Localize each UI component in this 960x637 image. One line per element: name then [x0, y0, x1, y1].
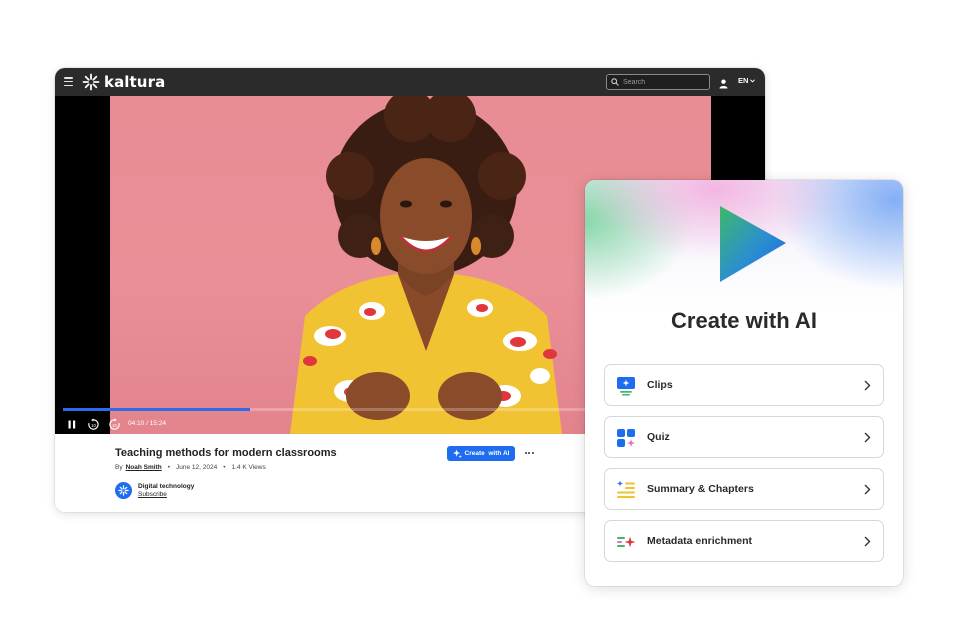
play-logo-icon — [720, 206, 786, 282]
summary-chapters-icon — [617, 480, 635, 498]
by-prefix: By — [115, 464, 123, 471]
option-clips-label: Clips — [647, 379, 673, 391]
option-summary-chapters-label: Summary & Chapters — [647, 483, 754, 495]
channel-avatar[interactable] — [115, 482, 132, 499]
kaltura-logo[interactable]: kaltura — [82, 73, 165, 91]
top-navigation-bar: kaltura EN — [55, 68, 765, 96]
chevron-right-icon — [864, 432, 871, 443]
option-quiz-label: Quiz — [647, 431, 670, 443]
search-box[interactable] — [606, 74, 710, 90]
more-options-button[interactable] — [523, 446, 535, 460]
channel-text: Digital technology Subscribe — [138, 483, 194, 498]
channel-info: Digital technology Subscribe — [115, 482, 194, 499]
svg-text:10: 10 — [91, 422, 96, 427]
chevron-down-icon — [750, 78, 756, 82]
rewind-10-button[interactable]: 10 — [85, 414, 101, 434]
option-metadata-enrichment[interactable]: Metadata enrichment — [604, 520, 884, 562]
publish-date: June 12, 2024 — [176, 464, 218, 471]
video-title: Teaching methods for modern classrooms — [115, 447, 337, 459]
author-link[interactable]: Noah Smith — [126, 464, 162, 471]
sparkle-icon — [452, 449, 462, 458]
metadata-enrichment-icon — [617, 536, 636, 548]
logo-text: kaltura — [104, 73, 166, 91]
quiz-icon — [617, 429, 635, 447]
user-icon[interactable] — [719, 76, 728, 94]
option-metadata-enrichment-label: Metadata enrichment — [647, 535, 753, 547]
chevron-right-icon — [864, 380, 871, 391]
kaltura-logo-icon — [82, 73, 100, 91]
search-input[interactable] — [623, 78, 703, 86]
kaltura-channel-icon — [118, 485, 129, 496]
progress-bar-fill — [63, 408, 251, 411]
option-clips[interactable]: Clips — [604, 364, 884, 406]
svg-text:10: 10 — [112, 422, 117, 427]
menu-icon[interactable] — [64, 77, 73, 86]
subscribe-link[interactable]: Subscribe — [138, 491, 194, 498]
timecode: 04:10 / 15:24 — [128, 420, 166, 427]
separator-dot: • — [223, 464, 226, 471]
pause-icon — [68, 420, 76, 428]
rewind-10-icon: 10 — [87, 417, 99, 430]
forward-10-icon: 10 — [108, 417, 120, 430]
create-with-ai-panel: Create with AI Clips Quiz Summary & Chap… — [585, 180, 903, 586]
video-meta: By Noah Smith • June 12, 2024 • 1.4 K Vi… — [115, 464, 266, 471]
language-label: EN — [738, 76, 749, 85]
create-with-ai-label: Create with AI — [464, 450, 510, 457]
search-icon — [611, 78, 619, 86]
view-count: 1.4 K Views — [231, 464, 266, 471]
chevron-right-icon — [864, 536, 871, 547]
create-with-ai-button[interactable]: Create with AI — [447, 446, 515, 461]
pause-button[interactable] — [65, 414, 79, 434]
option-summary-chapters[interactable]: Summary & Chapters — [604, 468, 884, 510]
separator-dot: • — [167, 464, 170, 471]
forward-10-button[interactable]: 10 — [106, 414, 122, 434]
channel-name: Digital technology — [138, 483, 195, 490]
panel-title: Create with AI — [671, 308, 817, 333]
chevron-right-icon — [864, 484, 871, 495]
option-quiz[interactable]: Quiz — [604, 416, 884, 458]
language-selector[interactable]: EN — [738, 76, 756, 85]
clips-icon — [617, 377, 635, 396]
